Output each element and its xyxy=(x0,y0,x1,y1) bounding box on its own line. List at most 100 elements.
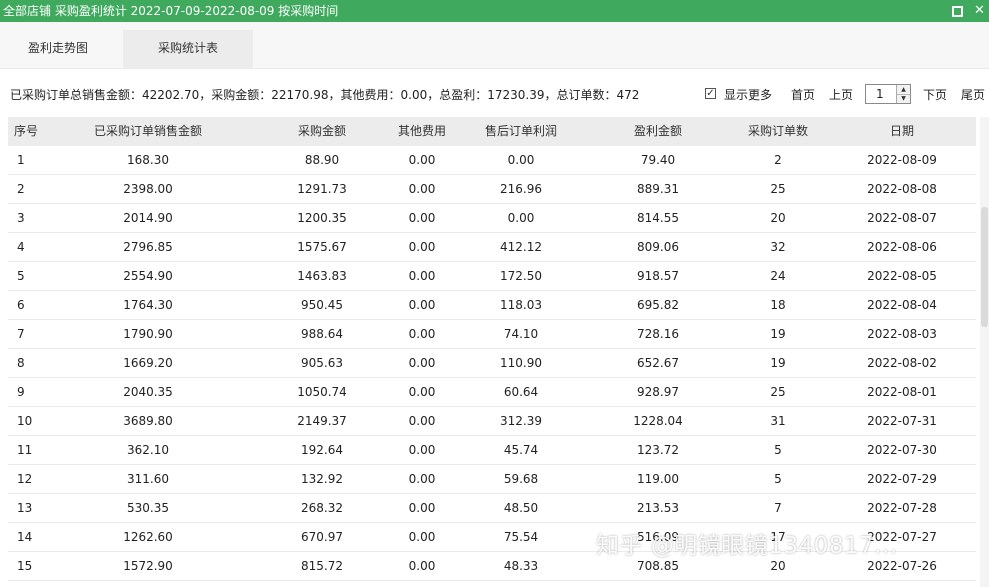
table-cell: 950.45 xyxy=(301,298,343,312)
table-row[interactable]: 3 2014.90 1200.35 0.00 0.00 814.55 20 2022-08-0… xyxy=(8,204,976,233)
table-cell: 2022-08-06 xyxy=(867,240,937,254)
table-cell: 18 xyxy=(770,298,786,312)
table-cell: 6 xyxy=(17,298,25,312)
table-cell: 25 xyxy=(770,182,786,196)
column-header[interactable]: 其他费用 xyxy=(396,117,448,146)
spin-down-icon[interactable]: ▼ xyxy=(897,94,910,103)
table-cell: 2022-08-07 xyxy=(867,211,937,225)
table-cell: 118.03 xyxy=(500,298,542,312)
table-cell: 2022-08-05 xyxy=(867,269,937,283)
table-cell: 110.90 xyxy=(500,356,542,370)
maximize-icon[interactable] xyxy=(952,6,963,17)
table-cell: 75.54 xyxy=(503,530,539,544)
table-row[interactable]: 11 362.10 192.64 0.00 45.74 123.72 5 2022-07-30 xyxy=(8,436,976,465)
table-cell: 192.64 xyxy=(301,443,343,457)
tab-profit-trend[interactable]: 盈利走势图 xyxy=(0,30,116,68)
table-cell: 918.57 xyxy=(637,269,679,283)
column-header[interactable]: 采购金额 xyxy=(248,117,396,146)
column-header[interactable]: 已采购订单销售金额 xyxy=(48,117,248,146)
table-cell: 1200.35 xyxy=(297,211,347,225)
column-header[interactable]: 售后订单利润 xyxy=(448,117,594,146)
table-cell: 0.00 xyxy=(408,211,436,225)
table-cell: 0.00 xyxy=(408,356,436,370)
table-cell: 412.12 xyxy=(500,240,542,254)
table-cell: 0.00 xyxy=(408,472,436,486)
table-row[interactable]: 5 2554.90 1463.83 0.00 172.50 918.57 24 2022-08… xyxy=(8,262,976,291)
table-cell: 1050.74 xyxy=(297,385,347,399)
table-cell: 695.82 xyxy=(637,298,679,312)
column-header[interactable]: 盈利金额 xyxy=(594,117,722,146)
table-row[interactable]: 8 1669.20 905.63 0.00 110.90 652.67 19 2022-08-… xyxy=(8,349,976,378)
table-cell: 652.67 xyxy=(637,356,679,370)
table-cell: 123.72 xyxy=(637,443,679,457)
vertical-scrollbar[interactable] xyxy=(980,117,989,587)
page-number-input[interactable]: 1 ▲ ▼ xyxy=(865,84,911,104)
table-cell: 0.00 xyxy=(408,269,436,283)
table-cell: 0.00 xyxy=(408,443,436,457)
table-cell: 7 xyxy=(17,327,25,341)
table-cell: 24 xyxy=(770,269,786,283)
table-cell: 988.64 xyxy=(301,327,343,341)
table-cell: 0.00 xyxy=(408,182,436,196)
table-cell: 8 xyxy=(17,356,25,370)
table-row[interactable]: 12 311.60 132.92 0.00 59.68 119.00 5 2022-07-29 xyxy=(8,465,976,494)
table-cell: 728.16 xyxy=(637,327,679,341)
table-cell: 20 xyxy=(770,211,786,225)
table-cell: 19 xyxy=(770,327,786,341)
table-cell: 530.35 xyxy=(127,501,169,515)
table-cell: 1228.04 xyxy=(633,414,683,428)
table-cell: 12 xyxy=(17,472,33,486)
table-cell: 0.00 xyxy=(408,327,436,341)
table-cell: 88.90 xyxy=(304,153,340,167)
table-cell: 2796.85 xyxy=(123,240,173,254)
tab-purchase-stats[interactable]: 采购统计表 xyxy=(123,30,253,68)
table-row[interactable]: 13 530.35 268.32 0.00 48.50 213.53 7 2022-07-28 xyxy=(8,494,976,523)
close-icon[interactable]: ✕ xyxy=(974,3,985,18)
table-cell: 0.00 xyxy=(408,559,436,573)
table-cell: 905.63 xyxy=(301,356,343,370)
table-cell: 1764.30 xyxy=(123,298,173,312)
table-cell: 0.00 xyxy=(408,240,436,254)
prev-page-button[interactable]: 上页 xyxy=(829,87,853,103)
table-cell: 74.10 xyxy=(503,327,539,341)
table-row[interactable]: 7 1790.90 988.64 0.00 74.10 728.16 19 2022-08-0… xyxy=(8,320,976,349)
table-cell: 216.96 xyxy=(500,182,542,196)
table-cell: 1463.83 xyxy=(297,269,347,283)
table-cell: 2022-08-08 xyxy=(867,182,937,196)
table-cell: 2022-07-31 xyxy=(867,414,937,428)
table-cell: 2 xyxy=(17,182,25,196)
scrollbar-thumb[interactable] xyxy=(981,207,988,327)
last-page-button[interactable]: 尾页 xyxy=(961,87,985,103)
page-spinner[interactable]: ▲ ▼ xyxy=(896,85,910,103)
table-row[interactable]: 4 2796.85 1575.67 0.00 412.12 809.06 32 2022-08… xyxy=(8,233,976,262)
column-header[interactable]: 日期 xyxy=(834,117,970,146)
page-number-value[interactable]: 1 xyxy=(876,86,884,102)
table-row[interactable]: 1 168.30 88.90 0.00 0.00 79.40 2 2022-08-09 xyxy=(8,146,976,175)
table-row[interactable]: 6 1764.30 950.45 0.00 118.03 695.82 18 2022-08-… xyxy=(8,291,976,320)
table-cell: 0.00 xyxy=(408,530,436,544)
table-cell: 25 xyxy=(770,385,786,399)
table-row[interactable]: 2 2398.00 1291.73 0.00 216.96 889.31 25 2022-08… xyxy=(8,175,976,204)
table-cell: 2022-07-28 xyxy=(867,501,937,515)
table-cell: 0.00 xyxy=(408,414,436,428)
table-cell: 5 xyxy=(774,472,782,486)
column-header[interactable]: 序号 xyxy=(8,117,48,146)
next-page-button[interactable]: 下页 xyxy=(923,87,947,103)
column-header[interactable]: 采购订单数 xyxy=(722,117,834,146)
tab-bar: 盈利走势图 采购统计表 xyxy=(0,22,989,69)
table-cell: 132.92 xyxy=(301,472,343,486)
table-cell: 14 xyxy=(17,530,33,544)
table-cell: 2022-08-02 xyxy=(867,356,937,370)
table-row[interactable]: 9 2040.35 1050.74 0.00 60.64 928.97 25 2022-08-… xyxy=(8,378,976,407)
first-page-button[interactable]: 首页 xyxy=(791,87,815,103)
table-cell: 213.53 xyxy=(637,501,679,515)
table-cell: 7 xyxy=(774,501,782,515)
table-row[interactable]: 10 3689.80 2149.37 0.00 312.39 1228.04 31 2022-… xyxy=(8,407,976,436)
show-more-checkbox[interactable]: ✓ xyxy=(705,88,716,99)
watermark: 知乎 @明镜眼镜1340817... xyxy=(596,533,898,559)
table-cell: 2398.00 xyxy=(123,182,173,196)
show-more-label[interactable]: 显示更多 xyxy=(724,87,772,103)
table-cell: 312.39 xyxy=(500,414,542,428)
table-cell: 11 xyxy=(17,443,33,457)
table-cell: 1262.60 xyxy=(123,530,173,544)
